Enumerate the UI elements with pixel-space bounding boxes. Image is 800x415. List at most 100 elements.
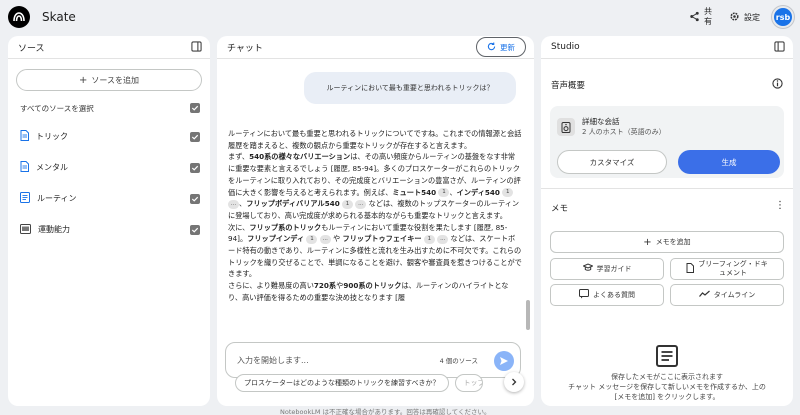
document-icon xyxy=(20,161,29,174)
gear-icon xyxy=(729,11,740,24)
refresh-button[interactable]: 更新 xyxy=(476,37,526,57)
notes-title: メモ xyxy=(551,204,569,214)
source-item-routine[interactable]: ルーティン xyxy=(20,183,200,214)
citation-chip[interactable]: 1 xyxy=(423,234,435,244)
add-source-label: ソースを追加 xyxy=(91,75,139,85)
send-button[interactable] xyxy=(494,351,514,371)
answer-paragraph: さらに、より難易度の高い720系や900系のトリックは、ルーティンのハイライトと… xyxy=(228,281,509,302)
chat-scrollbar[interactable] xyxy=(526,300,530,330)
chat-panel: チャット 更新 ルーティンにおいて最も重要と思われるトリックは？ ルーティンにお… xyxy=(217,36,534,406)
answer-paragraph: 次に、フリップ系のトリックもルーティンにおいて重要な役割を果たします [履歴, … xyxy=(228,222,522,279)
briefing-doc-button[interactable]: ブリーフィング・ドキ ュメント xyxy=(670,258,784,280)
document-icon xyxy=(20,130,29,143)
avatar[interactable]: rsb xyxy=(772,6,794,28)
speaker-icon xyxy=(557,118,575,136)
citation-more-chip[interactable]: ... xyxy=(228,199,239,209)
studio-title: Studio xyxy=(551,42,580,52)
audio-overview-card: 詳細な会話 2 人のホスト（英語のみ） カスタマイズ 生成 xyxy=(550,106,784,178)
disclaimer-footer: NotebookLM は不正確な場合があります。回答は再確認してください。 xyxy=(280,408,491,415)
timeline-label: タイムライン xyxy=(713,290,756,299)
source-checkbox[interactable] xyxy=(190,224,200,235)
sources-panel: ソース + ソースを追加 すべてのソースを選択 トリック メンタル ルーティン xyxy=(8,36,210,406)
notebook-title[interactable]: Skate xyxy=(42,10,76,24)
study-guide-button[interactable]: 学習ガイド xyxy=(550,258,664,280)
briefing-doc-label: ブリーフィング・ドキ ュメント xyxy=(698,260,768,277)
settings-button[interactable]: 設定 xyxy=(725,5,764,29)
answer-paragraph: ルーティンにおいて最も重要と思われるトリックについてですね。これまでの情報源と会… xyxy=(228,129,522,150)
timeline-button[interactable]: タイムライン xyxy=(670,284,784,306)
notebooklm-logo-icon[interactable] xyxy=(8,6,30,28)
document-icon xyxy=(20,192,30,205)
citation-chip[interactable]: 1 xyxy=(502,188,514,198)
select-all-label: すべてのソースを選択 xyxy=(20,103,94,113)
slides-icon xyxy=(20,223,31,236)
chat-input[interactable] xyxy=(237,355,417,365)
share-label: 共有 xyxy=(704,7,712,26)
divider xyxy=(541,58,793,59)
add-source-button[interactable]: + ソースを追加 xyxy=(16,69,202,91)
share-button[interactable]: 共有 xyxy=(685,4,717,30)
faq-button[interactable]: よくある質問 xyxy=(550,284,664,306)
audio-overview-title: 音声概要 xyxy=(551,81,586,91)
user-message: ルーティンにおいて最も重要と思われるトリックは？ xyxy=(304,72,516,104)
select-all-sources-row[interactable]: すべてのソースを選択 xyxy=(20,101,200,115)
source-item-athletic[interactable]: 運動能力 xyxy=(20,214,200,245)
document-icon xyxy=(686,262,695,276)
suggestion-chip[interactable]: トップ xyxy=(454,374,483,392)
citation-chip[interactable]: 1 xyxy=(306,234,318,244)
generate-button[interactable]: 生成 xyxy=(678,150,780,174)
studio-header: Studio xyxy=(541,36,793,58)
source-checkbox[interactable] xyxy=(190,193,200,204)
select-all-checkbox[interactable] xyxy=(190,103,200,113)
audio-card-title: 詳細な会話 xyxy=(582,117,620,126)
source-label: ルーティン xyxy=(37,194,77,203)
answer-paragraph: まず、540系の様々なバリエーションは、その高い頻度からルーティンの基盤をなす非… xyxy=(228,152,521,220)
plus-icon: + xyxy=(643,236,652,248)
share-icon xyxy=(689,11,700,24)
suggestion-row: プロスケーターはどのような種類のトリックを練習すべきか？ トップ xyxy=(235,374,483,392)
source-item-mental[interactable]: メンタル xyxy=(20,152,200,183)
add-note-button[interactable]: + メモを追加 xyxy=(550,231,784,253)
studio-panel: Studio 音声概要 詳細な会話 2 人のホスト（英語のみ） カスタマイズ 生… xyxy=(541,36,793,406)
citation-more-chip[interactable]: ... xyxy=(355,199,367,209)
audio-card-subtitle: 2 人のホスト（英語のみ） xyxy=(582,128,666,136)
source-label: メンタル xyxy=(36,163,68,172)
timeline-icon xyxy=(698,290,710,301)
citation-chip[interactable]: 1 xyxy=(438,188,450,198)
refresh-label: 更新 xyxy=(500,42,515,52)
plus-icon: + xyxy=(79,74,88,86)
graduation-cap-icon xyxy=(581,263,594,275)
collapse-panel-icon[interactable] xyxy=(191,41,202,55)
citation-more-chip[interactable]: ... xyxy=(437,234,449,244)
settings-label: 設定 xyxy=(744,12,760,22)
assistant-answer: ルーティンにおいて最も重要と思われるトリックについてですね。これまでの情報源と会… xyxy=(228,128,522,344)
source-label: トリック xyxy=(36,132,68,141)
refresh-icon xyxy=(487,41,496,53)
source-checkbox[interactable] xyxy=(190,131,200,142)
notes-empty-icon xyxy=(656,345,678,369)
source-item-trick[interactable]: トリック xyxy=(20,121,200,152)
chevron-right-icon xyxy=(512,378,517,386)
empty-line-3: [メモを追加] をクリックします。 xyxy=(614,393,720,401)
empty-line-2: チャット メッセージを保存して新しいメモを作成するか、上の xyxy=(568,383,766,391)
sources-title: ソース xyxy=(18,43,45,54)
chat-input-box[interactable]: 4 個のソース xyxy=(225,342,521,378)
info-icon[interactable] xyxy=(772,78,783,91)
citation-chip[interactable]: 1 xyxy=(342,199,353,209)
citation-more-chip[interactable]: ... xyxy=(319,234,331,244)
divider xyxy=(541,188,793,189)
chat-title: チャット xyxy=(227,43,263,54)
faq-label: よくある質問 xyxy=(593,290,635,299)
collapse-panel-icon[interactable] xyxy=(774,41,785,55)
notes-empty-state: 保存したメモがここに表示されます チャット メッセージを保存して新しいメモを作成… xyxy=(541,372,793,402)
suggestions-next-button[interactable] xyxy=(504,372,524,392)
more-vert-icon[interactable]: ⋮ xyxy=(775,201,785,211)
send-icon xyxy=(500,357,508,365)
sources-header: ソース xyxy=(8,36,210,58)
customize-button[interactable]: カスタマイズ xyxy=(557,150,667,174)
source-label: 運動能力 xyxy=(38,225,70,234)
source-checkbox[interactable] xyxy=(190,162,200,173)
suggestion-chip[interactable]: プロスケーターはどのような種類のトリックを練習すべきか？ xyxy=(235,374,449,392)
study-guide-label: 学習ガイド xyxy=(596,264,632,273)
source-count: 4 個のソース xyxy=(439,357,478,365)
